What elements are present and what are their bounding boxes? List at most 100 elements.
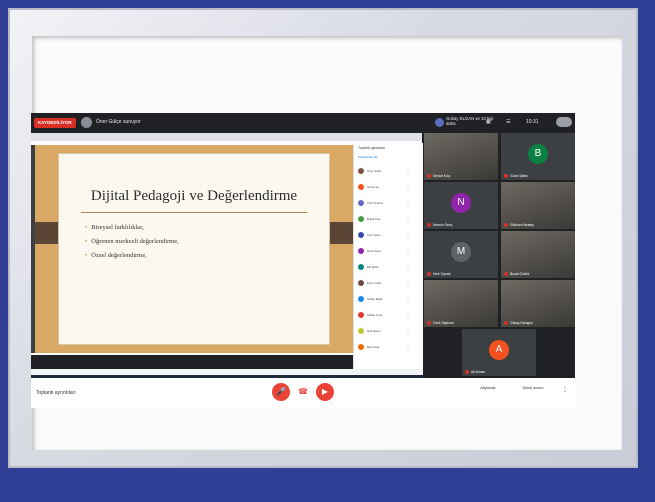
avatar: M <box>451 242 471 262</box>
top-right-avatar <box>435 118 444 127</box>
tile-label: Burak Öztürk <box>504 272 529 276</box>
tile-label: Ali Arman <box>465 370 485 374</box>
mic-icon[interactable]: ⋮ <box>406 248 410 253</box>
tile-name: Ali Arman <box>471 369 486 374</box>
tile-name: Cenk Taşkıran <box>433 320 455 325</box>
mic-off-icon <box>465 370 469 374</box>
mic-icon[interactable]: ⋮ <box>406 184 410 189</box>
participant-name: Burak Kılıç <box>367 217 381 221</box>
tab-participants[interactable]: Katılımcılar (8) <box>358 155 378 159</box>
participant-name: Elif Şahin <box>367 265 379 269</box>
present-now-button[interactable]: Şimdi sunun <box>519 386 547 390</box>
participant-name: Anıl Özdemir <box>367 201 384 205</box>
tile-name: Güzel Şahin <box>510 173 528 178</box>
slide-divider <box>81 212 307 213</box>
participant-tile[interactable]: Gökhan Karataş <box>501 182 575 229</box>
participant-tile[interactable]: B Güzel Şahin <box>501 133 575 180</box>
mic-icon[interactable]: ⋮ <box>406 296 410 301</box>
slide-background: Dijital Pedagoji ve Değerlendirme Bireys… <box>35 145 353 353</box>
screen-share: Dijital Pedagoji ve Değerlendirme Bireys… <box>31 133 423 378</box>
participant-row[interactable]: Deniz Kara ⋮ <box>358 247 420 256</box>
mic-off-button[interactable]: 🎤 <box>272 383 290 401</box>
participant-row[interactable]: Burak Kılıç ⋮ <box>358 215 420 224</box>
mic-icon[interactable]: ⋮ <box>406 232 410 237</box>
mic-off-icon <box>427 321 431 325</box>
participant-name: Cem Aydın <box>367 233 381 237</box>
participant-name: İpek Demir <box>367 329 381 333</box>
participant-tile[interactable]: M Mert Toprak <box>424 231 498 278</box>
tile-name: Serdar Kılıç <box>433 173 451 178</box>
tile-label: Güzel Şahin <box>504 174 528 178</box>
avatar <box>358 184 364 190</box>
meeting-details-link[interactable]: Toplantı ayrıntıları <box>36 390 76 396</box>
time-label: 10:31 <box>526 119 539 125</box>
participant-tile[interactable]: Gökay Karagöz <box>501 280 575 327</box>
mic-icon[interactable]: ⋮ <box>406 312 410 317</box>
tile-name: Gökhan Karataş <box>510 222 534 227</box>
participant-row[interactable]: Öner Gülçe ⋮ <box>358 167 420 176</box>
mic-icon[interactable]: ⋮ <box>406 200 410 205</box>
people-icon[interactable]: ☰ <box>506 119 510 125</box>
tile-label: Cenk Taşkıran <box>427 321 454 325</box>
mic-off-icon <box>427 223 431 227</box>
participant-tile[interactable]: Cenk Taşkıran <box>424 280 498 327</box>
tile-name: Mert Toprak <box>433 271 451 276</box>
tile-label: Serdar Kılıç <box>427 174 450 178</box>
tile-name: Burak Öztürk <box>510 271 530 276</box>
presenter-avatar <box>81 117 92 128</box>
participant-grid: Serdar Kılıç B Güzel Şahin N Nermin Genç Gökh… <box>424 133 575 378</box>
slide-bullet: Bireysel farklılıklar, <box>85 224 143 231</box>
tile-label: Nermin Genç <box>427 223 452 227</box>
tile-label: Gökhan Karataş <box>504 223 534 227</box>
mic-icon[interactable]: ⋮ <box>406 328 410 333</box>
avatar: N <box>451 193 471 213</box>
participant-row[interactable]: Hakan Tuna ⋮ <box>358 311 420 320</box>
participant-tile[interactable]: N Nermin Genç <box>424 182 498 229</box>
avatar <box>358 280 364 286</box>
browser-tabbar <box>31 133 422 141</box>
mic-icon[interactable]: ⋮ <box>406 280 410 285</box>
participant-name: Ali Arman <box>367 185 379 189</box>
mic-icon[interactable]: ⋮ <box>406 168 410 173</box>
mic-off-icon <box>427 174 431 178</box>
participant-row[interactable]: Cem Aydın ⋮ <box>358 231 420 240</box>
participant-row[interactable]: Emre Yıldız ⋮ <box>358 279 420 288</box>
avatar <box>358 248 364 254</box>
self-avatars[interactable] <box>556 117 572 127</box>
mic-off-icon <box>427 272 431 276</box>
slide: Dijital Pedagoji ve Değerlendirme Bireys… <box>59 154 329 344</box>
participant-name: Deniz Kara <box>367 249 381 253</box>
hangup-button[interactable]: ☎ <box>294 383 312 401</box>
mic-icon[interactable]: ⋮ <box>406 344 410 349</box>
grid-icon[interactable]: ▦ <box>486 119 491 125</box>
avatar <box>358 344 364 350</box>
people-panel: Toplantı ayrıntıları Katılımcılar (8) Ön… <box>353 143 423 375</box>
mic-icon[interactable]: ⋮ <box>406 216 410 221</box>
control-bar: Toplantı ayrıntıları 🎤 ☎ ▶ Altyazılar Şi… <box>31 378 575 408</box>
participant-tile[interactable]: Burak Öztürk <box>501 231 575 278</box>
participant-name: Emre Yıldız <box>367 281 382 285</box>
avatar <box>358 216 364 222</box>
tile-label: Gökay Karagöz <box>504 321 533 325</box>
participant-row[interactable]: Anıl Özdemir ⋮ <box>358 199 420 208</box>
tile-name: Nermin Genç <box>433 222 453 227</box>
more-options-icon[interactable]: ⋮ <box>551 386 579 393</box>
participant-tile[interactable]: A Ali Arman <box>462 329 536 376</box>
mic-icon[interactable]: ⋮ <box>406 264 410 269</box>
avatar <box>358 328 364 334</box>
slide-title: Dijital Pedagoji ve Değerlendirme <box>90 188 298 204</box>
mic-off-icon <box>504 223 508 227</box>
participant-row[interactable]: Ali Arman ⋮ <box>358 183 420 192</box>
tile-label: Mert Toprak <box>427 272 450 276</box>
participant-name: Mert Usta <box>367 345 380 349</box>
mic-off-icon <box>504 174 508 178</box>
participant-row[interactable]: Mert Usta ⋮ <box>358 343 420 352</box>
participant-row[interactable]: İpek Demir ⋮ <box>358 327 420 336</box>
participant-row[interactable]: Elif Şahin ⋮ <box>358 263 420 272</box>
mic-off-icon <box>504 321 508 325</box>
participant-row[interactable]: Gökay Elgan ⋮ <box>358 295 420 304</box>
captions-button[interactable]: Altyazılar <box>474 386 502 390</box>
participant-tile[interactable]: Serdar Kılıç <box>424 133 498 180</box>
presenter-text: Öner Gülçe sunuyor <box>96 119 141 125</box>
camera-off-button[interactable]: ▶ <box>316 383 334 401</box>
